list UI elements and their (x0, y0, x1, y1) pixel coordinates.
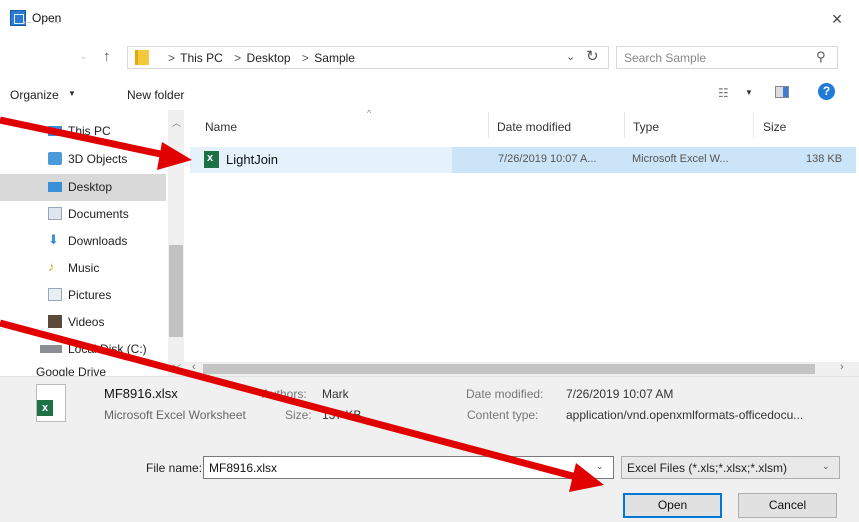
scroll-up-icon[interactable]: ︿ (172, 116, 181, 129)
up-arrow-icon[interactable]: ↑ (103, 48, 111, 65)
file-size-cell: 138 KB (806, 153, 843, 165)
breadcrumb-separator: > (168, 51, 176, 65)
file-type-filter-value[interactable]: Excel Files (*.xls;*.xlsx;*.xlsm) (627, 461, 787, 475)
size-label: Size: (285, 408, 312, 422)
breadcrumb: > This PC > Desktop > Sample (162, 51, 357, 65)
close-button[interactable]: × (822, 6, 852, 32)
horizontal-scroll-thumb[interactable] (203, 364, 815, 374)
back-arrow-icon[interactable]: ← (20, 12, 34, 28)
breadcrumb-sample[interactable]: Sample (314, 51, 355, 65)
picture-icon (48, 288, 62, 301)
desktop-icon (48, 182, 62, 192)
excel-badge-icon: x (37, 400, 53, 416)
folder-icon (135, 50, 149, 65)
organize-button[interactable]: Organize (10, 88, 59, 102)
title-bar (0, 0, 859, 38)
column-divider[interactable] (753, 112, 754, 138)
forward-arrow-icon[interactable]: → (48, 12, 62, 28)
sidebar-item-music[interactable]: ♪ Music (0, 255, 166, 282)
sidebar-item-label: Local Disk (C:) (68, 342, 147, 356)
search-placeholder: Search Sample (624, 51, 707, 65)
preview-pane-icon[interactable] (775, 86, 789, 98)
view-options-icon[interactable]: ☷ (718, 86, 740, 100)
sidebar-item-label: This PC (68, 124, 111, 138)
open-button[interactable]: Open (623, 493, 722, 518)
scroll-left-icon[interactable]: ‹ (192, 361, 196, 373)
details-file-name: MF8916.xlsx (104, 386, 178, 401)
column-header-name[interactable]: Name (205, 120, 237, 134)
address-dropdown-icon[interactable]: ⌄ (566, 50, 575, 63)
size-value: 137 KB (322, 408, 362, 422)
new-folder-button[interactable]: New folder (127, 88, 184, 102)
sidebar-item-label: 3D Objects (68, 152, 128, 166)
organize-caret-icon: ▼ (68, 89, 76, 98)
sidebar-item-videos[interactable]: Videos (0, 309, 166, 336)
sidebar-item-3d-objects[interactable]: 3D Objects (0, 146, 166, 173)
help-icon[interactable]: ? (818, 83, 835, 100)
column-header-size[interactable]: Size (763, 120, 786, 134)
sidebar-item-label: Videos (68, 315, 105, 329)
authors-value[interactable]: Mark (322, 387, 349, 401)
navigation-pane: This PC 3D Objects Desktop Documents ⬇ D… (0, 110, 168, 376)
column-divider[interactable] (624, 112, 625, 138)
video-icon (48, 315, 62, 328)
file-name-value[interactable]: MF8916.xlsx (209, 461, 277, 475)
scroll-down-icon[interactable]: ﹀ (172, 362, 181, 375)
sidebar-item-local-disk[interactable]: Local Disk (C:) (0, 336, 166, 363)
details-file-kind: Microsoft Excel Worksheet (104, 408, 246, 422)
file-name-cell[interactable]: LightJoin (226, 152, 278, 167)
download-icon: ⬇ (48, 232, 59, 247)
breadcrumb-separator: > (234, 51, 242, 65)
sidebar-item-label: Desktop (68, 180, 113, 194)
excel-file-icon (204, 151, 219, 168)
filter-dropdown-icon[interactable]: ⌄ (822, 461, 830, 472)
column-header-date-modified[interactable]: Date modified (497, 120, 571, 134)
file-date-cell: 7/26/2019 10:07 A... (498, 153, 597, 165)
sidebar-item-label: Music (68, 261, 100, 275)
sidebar-item-label: Documents (68, 207, 129, 221)
cube-icon (48, 152, 62, 165)
scroll-right-icon[interactable]: › (840, 361, 844, 373)
date-modified-value: 7/26/2019 10:07 AM (566, 387, 674, 401)
search-icon[interactable]: ⚲ (816, 49, 826, 65)
authors-label: Authors: (262, 387, 307, 401)
content-type-label: Content type: (467, 408, 539, 422)
sidebar-item-desktop[interactable]: Desktop (0, 174, 166, 201)
view-caret-icon[interactable]: ▼ (745, 88, 753, 97)
computer-icon (48, 126, 62, 136)
sidebar-item-label: Pictures (68, 288, 112, 302)
column-divider[interactable] (488, 112, 489, 138)
drive-icon (40, 345, 62, 353)
sidebar-item-label: Downloads (68, 234, 128, 248)
file-type-cell: Microsoft Excel W... (632, 153, 729, 165)
file-name-label: File name: (146, 461, 203, 475)
sort-ascending-icon: ^ (367, 108, 372, 118)
document-icon (48, 207, 62, 220)
sidebar-item-google-drive[interactable]: Google Drive (0, 361, 166, 376)
file-name-dropdown-icon[interactable]: ⌄ (596, 461, 604, 472)
date-modified-label: Date modified: (466, 387, 544, 401)
sidebar-item-label: Google Drive (36, 365, 107, 376)
recent-locations-chevron-icon[interactable]: ⌄ (80, 51, 88, 62)
breadcrumb-this-pc[interactable]: This PC (180, 51, 223, 65)
sidebar-item-documents[interactable]: Documents (0, 201, 166, 228)
column-header-type[interactable]: Type (633, 120, 659, 134)
cancel-button[interactable]: Cancel (738, 493, 837, 518)
dialog-footer (0, 438, 859, 522)
sidebar-item-downloads[interactable]: ⬇ Downloads (0, 228, 166, 255)
refresh-icon[interactable]: ↻ (586, 47, 599, 65)
music-icon: ♪ (48, 259, 55, 274)
sidebar-scroll-thumb[interactable] (169, 245, 183, 337)
sidebar-item-this-pc[interactable]: This PC (0, 118, 166, 145)
sidebar-item-pictures[interactable]: Pictures (0, 282, 166, 309)
breadcrumb-desktop[interactable]: Desktop (247, 51, 291, 65)
breadcrumb-separator: > (301, 51, 309, 65)
content-type-value: application/vnd.openxmlformats-officedoc… (566, 408, 804, 422)
